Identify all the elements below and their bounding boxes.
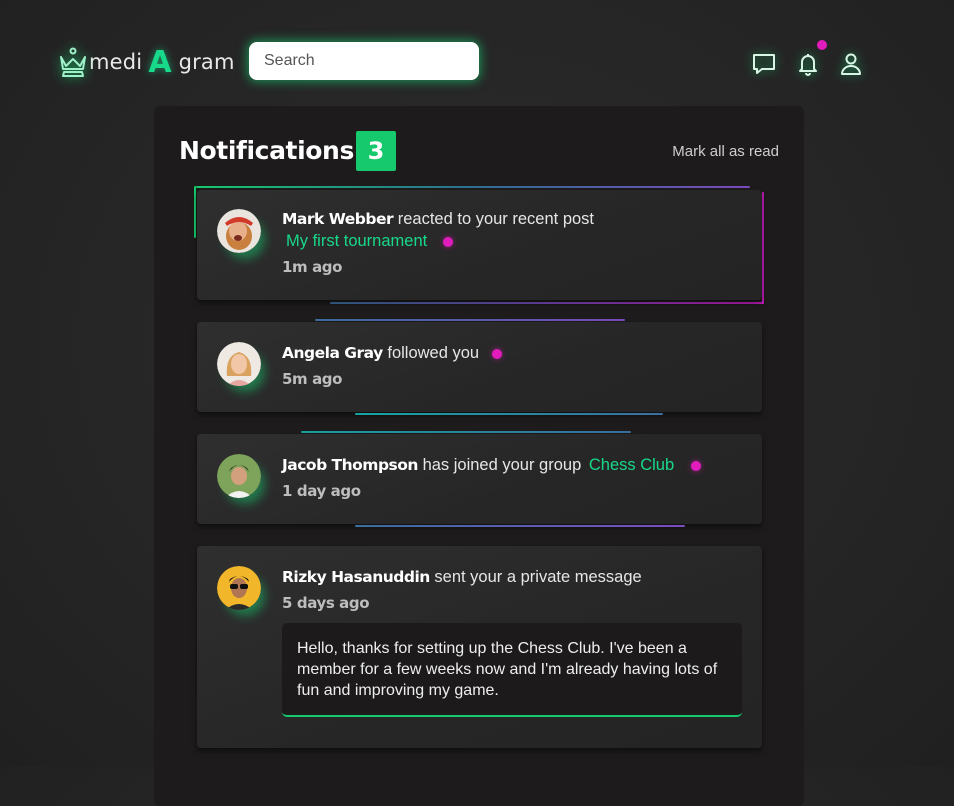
timestamp: 5m ago (282, 370, 343, 388)
user-name-link[interactable]: Jacob Thompson (282, 456, 418, 474)
notification-action: followed you (387, 344, 480, 362)
search-input[interactable] (249, 42, 479, 80)
notification-item[interactable]: Angela Gray followed you 5m ago (197, 322, 762, 412)
timestamp: 5 days ago (282, 594, 370, 612)
user-name-link[interactable]: Mark Webber (282, 210, 394, 228)
bell-icon[interactable] (795, 51, 821, 77)
avatar[interactable] (217, 454, 261, 498)
private-message-preview[interactable]: Hello, thanks for setting up the Chess C… (282, 623, 742, 717)
chess-crown-icon (58, 46, 88, 78)
notification-target-row: My first tournament (286, 232, 453, 251)
avatar[interactable] (217, 209, 261, 253)
group-link[interactable]: Chess Club (589, 456, 674, 474)
logo-letter: A (148, 44, 172, 80)
avatar[interactable] (217, 342, 261, 386)
logo-suffix: gram (178, 50, 235, 74)
mark-all-read-button[interactable]: Mark all as read (672, 143, 779, 160)
timestamp: 1m ago (282, 258, 343, 276)
unread-dot (491, 348, 502, 359)
unread-dot (442, 236, 453, 247)
card-accent-border (355, 413, 663, 415)
notification-text: Jacob Thompson has joined your group Che… (282, 456, 701, 475)
notification-item[interactable]: Mark Webber reacted to your recent post … (197, 190, 762, 300)
app-logo[interactable]: medi A gram (58, 44, 235, 80)
card-accent-border (196, 186, 750, 188)
chat-bubble-icon[interactable] (751, 51, 777, 77)
card-accent-border (762, 192, 764, 304)
unread-count-badge: 3 (356, 131, 396, 171)
notification-action: sent your a private message (434, 568, 642, 586)
logo-prefix: medi (89, 50, 143, 74)
user-icon[interactable] (838, 51, 864, 77)
card-accent-border (330, 302, 764, 304)
notification-action: has joined your group (422, 456, 582, 474)
card-accent-border (315, 319, 625, 321)
card-accent-border (355, 525, 685, 527)
unread-dot (690, 460, 701, 471)
post-link[interactable]: My first tournament (286, 232, 427, 250)
timestamp: 1 day ago (282, 482, 361, 500)
user-name-link[interactable]: Rizky Hasanuddin (282, 568, 430, 586)
page-title: Notifications (179, 136, 354, 165)
avatar[interactable] (217, 566, 261, 610)
unread-indicator-dot (817, 40, 827, 50)
notification-item[interactable]: Jacob Thompson has joined your group Che… (197, 434, 762, 524)
notification-text: Mark Webber reacted to your recent post (282, 210, 594, 229)
card-accent-border (194, 186, 196, 238)
notification-action: reacted to your recent post (397, 210, 595, 228)
user-name-link[interactable]: Angela Gray (282, 344, 383, 362)
card-accent-border (301, 431, 631, 433)
notification-text: Rizky Hasanuddin sent your a private mes… (282, 568, 642, 587)
notification-item[interactable]: Rizky Hasanuddin sent your a private mes… (197, 546, 762, 748)
notification-text: Angela Gray followed you (282, 344, 502, 363)
